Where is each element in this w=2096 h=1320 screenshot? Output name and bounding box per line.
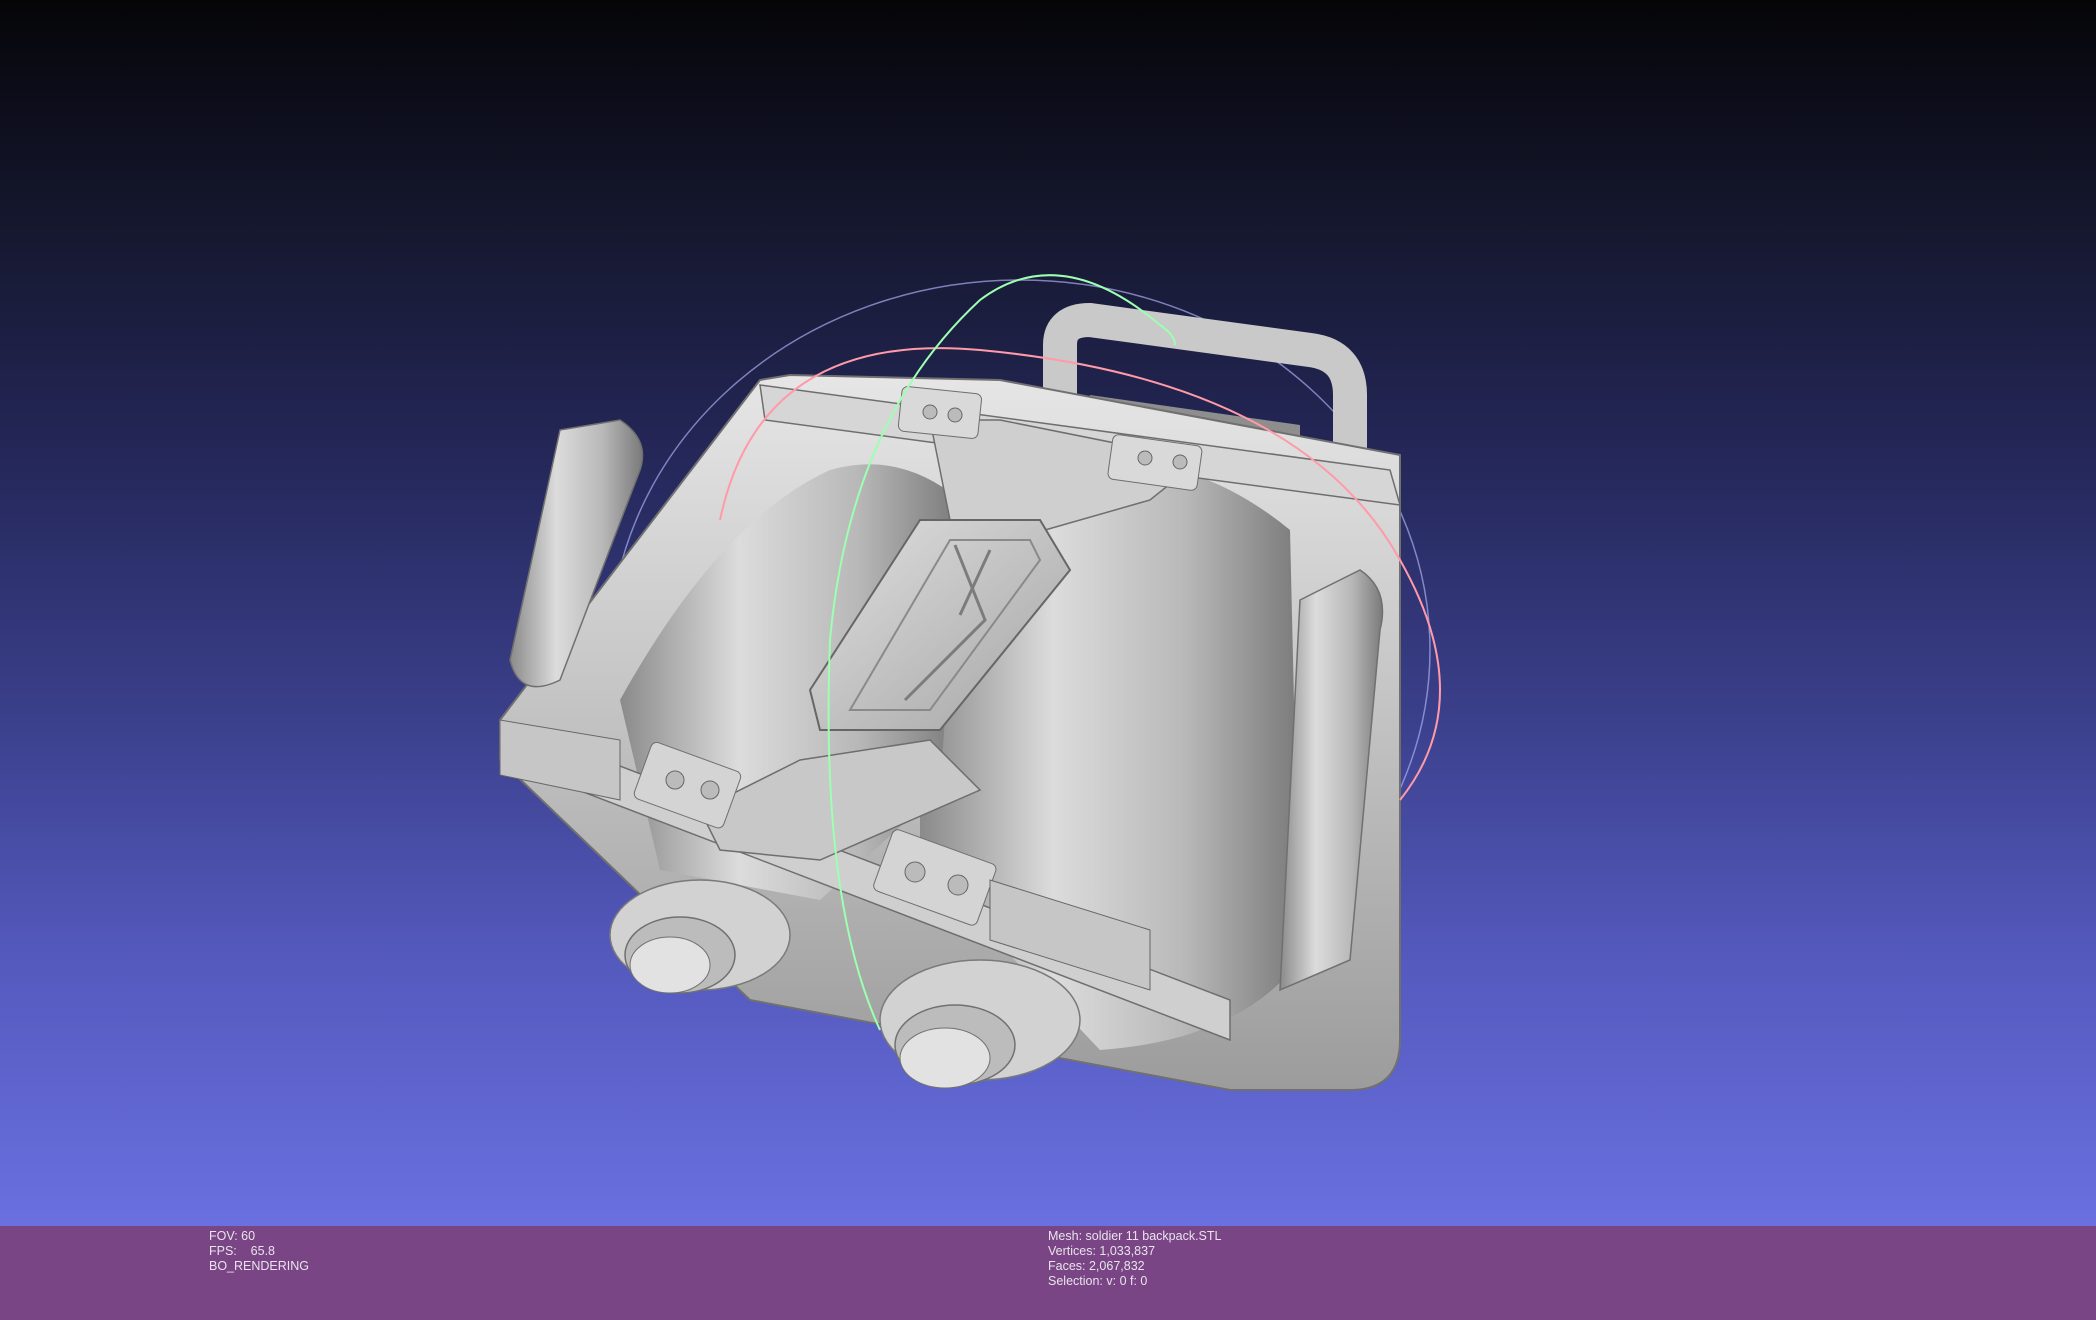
- selection-label: Selection: v: 0 f: 0: [1048, 1274, 1148, 1288]
- mesh-name-label: Mesh: soldier 11 backpack.STL: [1048, 1229, 1222, 1243]
- right-nozzle: [879, 959, 1081, 1089]
- fps-label: FPS: 65.8: [209, 1244, 276, 1258]
- faces-label: Faces: 2,067,832: [1048, 1259, 1145, 1273]
- mesh-info: Mesh: soldier 11 backpack.STL Vertices: …: [1048, 1229, 1221, 1289]
- fov-label: FOV: 60: [209, 1229, 256, 1243]
- 3d-viewport[interactable]: [0, 0, 2096, 1226]
- render-mode-label: BO_RENDERING: [209, 1259, 310, 1273]
- render-info: FOV: 60 FPS: 65.8 BO_RENDERING: [209, 1229, 309, 1274]
- mesh-render: [499, 274, 1441, 1091]
- vertices-label: Vertices: 1,033,837: [1048, 1244, 1156, 1258]
- bolt-plate-top-left: [897, 386, 982, 439]
